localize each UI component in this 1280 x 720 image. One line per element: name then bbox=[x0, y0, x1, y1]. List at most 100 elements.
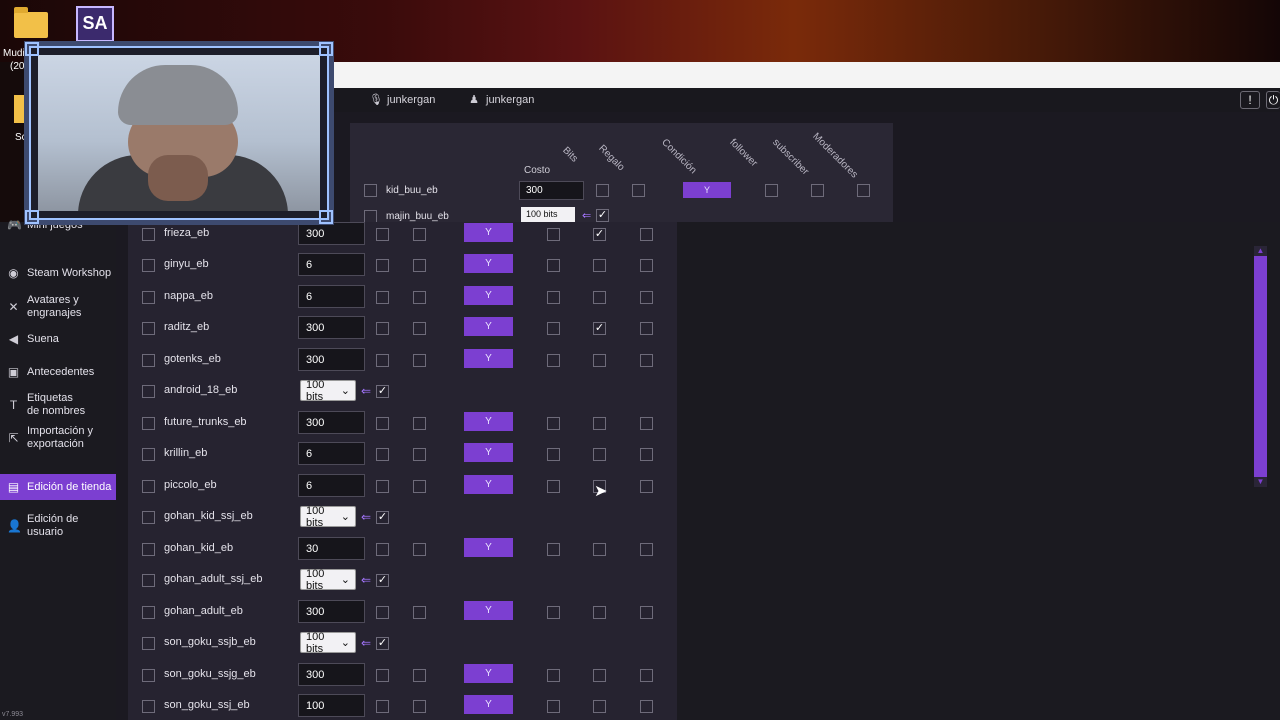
cost-input[interactable]: 300 bbox=[298, 410, 365, 434]
condition-y-button[interactable]: Y bbox=[683, 182, 731, 198]
condition-y-button[interactable]: Y bbox=[464, 285, 513, 305]
cost-input[interactable]: 30 bbox=[298, 536, 365, 560]
sidebar-item-antecedentes[interactable]: ▣ Antecedentes bbox=[0, 366, 116, 379]
bits-checkbox[interactable]: ✓ bbox=[376, 637, 389, 650]
subscriber-checkbox[interactable] bbox=[593, 259, 606, 272]
bits-select[interactable]: 100 bits ⌄ bbox=[300, 568, 356, 592]
condition-y-button[interactable]: Y bbox=[464, 317, 513, 336]
row-select-checkbox[interactable] bbox=[142, 605, 155, 619]
subscriber-checkbox[interactable]: ✓ bbox=[593, 227, 606, 241]
moderadores-checkbox[interactable] bbox=[640, 542, 653, 556]
follower-checkbox[interactable] bbox=[547, 259, 560, 272]
moderadores-checkbox[interactable] bbox=[640, 479, 653, 493]
condition-y-button[interactable]: Y bbox=[464, 443, 513, 462]
row-select-checkbox[interactable] bbox=[142, 416, 155, 430]
gift-checkbox[interactable] bbox=[413, 290, 426, 304]
follower-checkbox[interactable] bbox=[765, 184, 778, 197]
subscriber-checkbox[interactable] bbox=[593, 353, 606, 367]
cost-input[interactable]: 6 bbox=[298, 473, 365, 497]
row-select-checkbox[interactable] bbox=[142, 259, 155, 272]
row-select-checkbox[interactable] bbox=[142, 637, 155, 650]
condition-y-button[interactable]: Y bbox=[464, 254, 513, 273]
follower-checkbox[interactable] bbox=[547, 668, 560, 682]
cost-input[interactable]: 100 bbox=[298, 694, 365, 717]
follower-checkbox[interactable] bbox=[547, 227, 560, 241]
bits-checkbox[interactable]: ✓ bbox=[376, 574, 389, 587]
follower-checkbox[interactable] bbox=[547, 605, 560, 619]
regalo-checkbox[interactable] bbox=[632, 184, 645, 197]
row-select-checkbox[interactable] bbox=[142, 542, 155, 556]
file-icon[interactable] bbox=[14, 95, 24, 123]
bits-checkbox[interactable] bbox=[376, 542, 389, 556]
bits-checkbox[interactable] bbox=[376, 605, 389, 619]
folder-icon[interactable] bbox=[14, 7, 48, 38]
bits-checkbox[interactable] bbox=[376, 668, 389, 682]
subscriber-checkbox[interactable] bbox=[593, 290, 606, 304]
sidebar-item-edicion-tienda[interactable]: ▤ Edición de tienda bbox=[0, 474, 116, 500]
moderadores-checkbox[interactable] bbox=[857, 184, 870, 197]
gift-checkbox[interactable] bbox=[413, 700, 426, 713]
bits-checkbox[interactable]: ✓ bbox=[376, 511, 389, 524]
gift-checkbox[interactable] bbox=[413, 479, 426, 493]
bits-checkbox[interactable] bbox=[376, 700, 389, 713]
follower-checkbox[interactable] bbox=[547, 416, 560, 430]
subscriber-checkbox[interactable] bbox=[593, 700, 606, 713]
bits-checkbox[interactable]: ✓ bbox=[376, 385, 389, 398]
follower-checkbox[interactable] bbox=[547, 542, 560, 556]
follower-checkbox[interactable] bbox=[547, 290, 560, 304]
condition-y-button[interactable]: Y bbox=[464, 348, 513, 368]
gift-checkbox[interactable] bbox=[413, 322, 426, 335]
moderadores-checkbox[interactable] bbox=[640, 227, 653, 241]
cost-input[interactable]: 6 bbox=[298, 442, 365, 465]
row-select-checkbox[interactable] bbox=[142, 511, 155, 524]
row-select-checkbox[interactable] bbox=[142, 385, 155, 398]
sidebar-item-steam-workshop[interactable]: ◉ Steam Workshop bbox=[0, 267, 116, 280]
condition-y-button[interactable]: Y bbox=[464, 695, 513, 714]
gift-checkbox[interactable] bbox=[413, 259, 426, 272]
moderadores-checkbox[interactable] bbox=[640, 259, 653, 272]
moderadores-checkbox[interactable] bbox=[640, 668, 653, 682]
subscriber-checkbox[interactable] bbox=[593, 668, 606, 682]
sidebar-item-importacion[interactable]: ⇱ Importación y exportación bbox=[0, 425, 116, 451]
follower-checkbox[interactable] bbox=[547, 700, 560, 713]
bits-select[interactable]: 100 bits ⌄ bbox=[300, 631, 356, 655]
bits-checkbox[interactable] bbox=[376, 479, 389, 493]
cost-input[interactable]: 300 bbox=[298, 347, 365, 371]
bits-checkbox[interactable] bbox=[376, 322, 389, 335]
moderadores-checkbox[interactable] bbox=[640, 416, 653, 430]
row-select-checkbox[interactable] bbox=[142, 668, 155, 682]
moderadores-checkbox[interactable] bbox=[640, 290, 653, 304]
condition-y-button[interactable]: Y bbox=[464, 474, 513, 494]
bits-checkbox[interactable] bbox=[376, 259, 389, 272]
moderadores-checkbox[interactable] bbox=[640, 700, 653, 713]
cost-input[interactable]: 300 bbox=[519, 181, 584, 200]
row-select-checkbox[interactable] bbox=[142, 700, 155, 713]
moderadores-checkbox[interactable] bbox=[640, 353, 653, 367]
follower-checkbox[interactable] bbox=[547, 448, 560, 461]
gift-checkbox[interactable] bbox=[413, 605, 426, 619]
row-select-checkbox[interactable] bbox=[142, 290, 155, 304]
power-button[interactable]: ⏻ bbox=[1266, 91, 1280, 109]
sidebar-item-suena[interactable]: ◀ Suena bbox=[0, 333, 116, 346]
alert-button[interactable]: ! bbox=[1240, 91, 1260, 109]
cost-input[interactable]: 6 bbox=[298, 284, 365, 308]
row-select-checkbox[interactable] bbox=[142, 227, 155, 241]
cost-input[interactable]: 300 bbox=[298, 662, 365, 686]
gift-checkbox[interactable] bbox=[413, 668, 426, 682]
row-select-checkbox[interactable] bbox=[142, 322, 155, 335]
follower-checkbox[interactable] bbox=[547, 479, 560, 493]
condition-y-button[interactable]: Y bbox=[464, 600, 513, 620]
bits-checkbox[interactable] bbox=[376, 448, 389, 461]
row-select-checkbox[interactable] bbox=[364, 184, 377, 197]
gift-checkbox[interactable] bbox=[413, 353, 426, 367]
bits-checkbox[interactable] bbox=[376, 227, 389, 241]
condition-y-button[interactable]: Y bbox=[464, 537, 513, 557]
gift-checkbox[interactable] bbox=[413, 542, 426, 556]
follower-checkbox[interactable] bbox=[547, 322, 560, 335]
subscriber-checkbox[interactable] bbox=[811, 184, 824, 197]
bits-select[interactable]: 100 bits ⌄ bbox=[300, 379, 356, 403]
app-badge-icon[interactable]: SA bbox=[76, 6, 114, 42]
subscriber-checkbox[interactable]: ✓ bbox=[593, 322, 606, 335]
condition-y-button[interactable]: Y bbox=[464, 222, 513, 242]
follower-checkbox[interactable] bbox=[547, 353, 560, 367]
